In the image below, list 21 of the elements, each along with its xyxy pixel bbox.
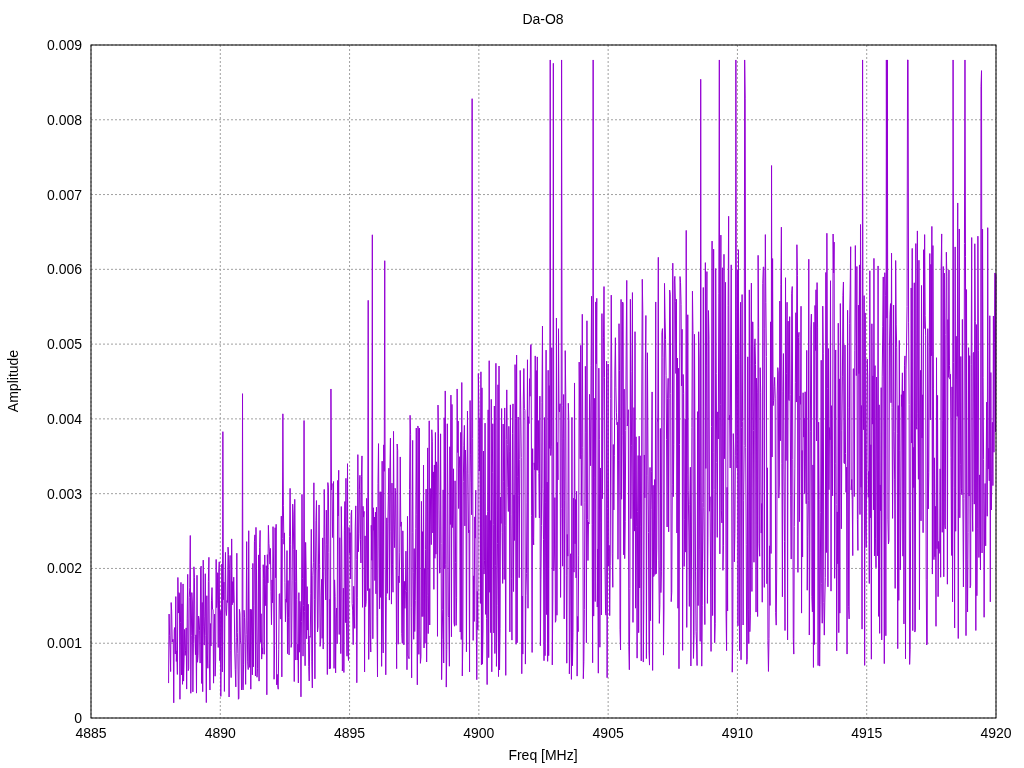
- y-tick-label: 0.002: [46, 560, 82, 577]
- chart-title: Da-O8: [522, 11, 564, 27]
- x-tick-label: 4915: [851, 725, 883, 741]
- y-tick-label: 0.005: [46, 336, 82, 353]
- x-tick-label: 4890: [204, 725, 236, 741]
- y-tick-label: 0.007: [46, 186, 82, 203]
- x-tick-label: 4895: [334, 725, 366, 741]
- y-tick-label: 0.008: [46, 111, 82, 128]
- y-tick-label: 0.003: [46, 485, 82, 502]
- x-tick-label: 4910: [721, 725, 753, 741]
- x-tick-label: 4905: [592, 725, 624, 741]
- x-tick-label: 4900: [463, 725, 495, 741]
- x-axis-label: Freq [MHz]: [508, 747, 578, 763]
- x-tick-label: 4885: [75, 725, 107, 741]
- y-tick-label: 0.004: [46, 410, 82, 427]
- y-tick-label: 0: [74, 710, 82, 726]
- y-tick-label: 0.001: [46, 635, 82, 652]
- x-tick-label: 4920: [980, 725, 1012, 741]
- y-axis-label: Amplitude: [5, 349, 21, 413]
- y-tick-label: 0.009: [46, 37, 82, 53]
- y-tick-label: 0.006: [46, 261, 82, 278]
